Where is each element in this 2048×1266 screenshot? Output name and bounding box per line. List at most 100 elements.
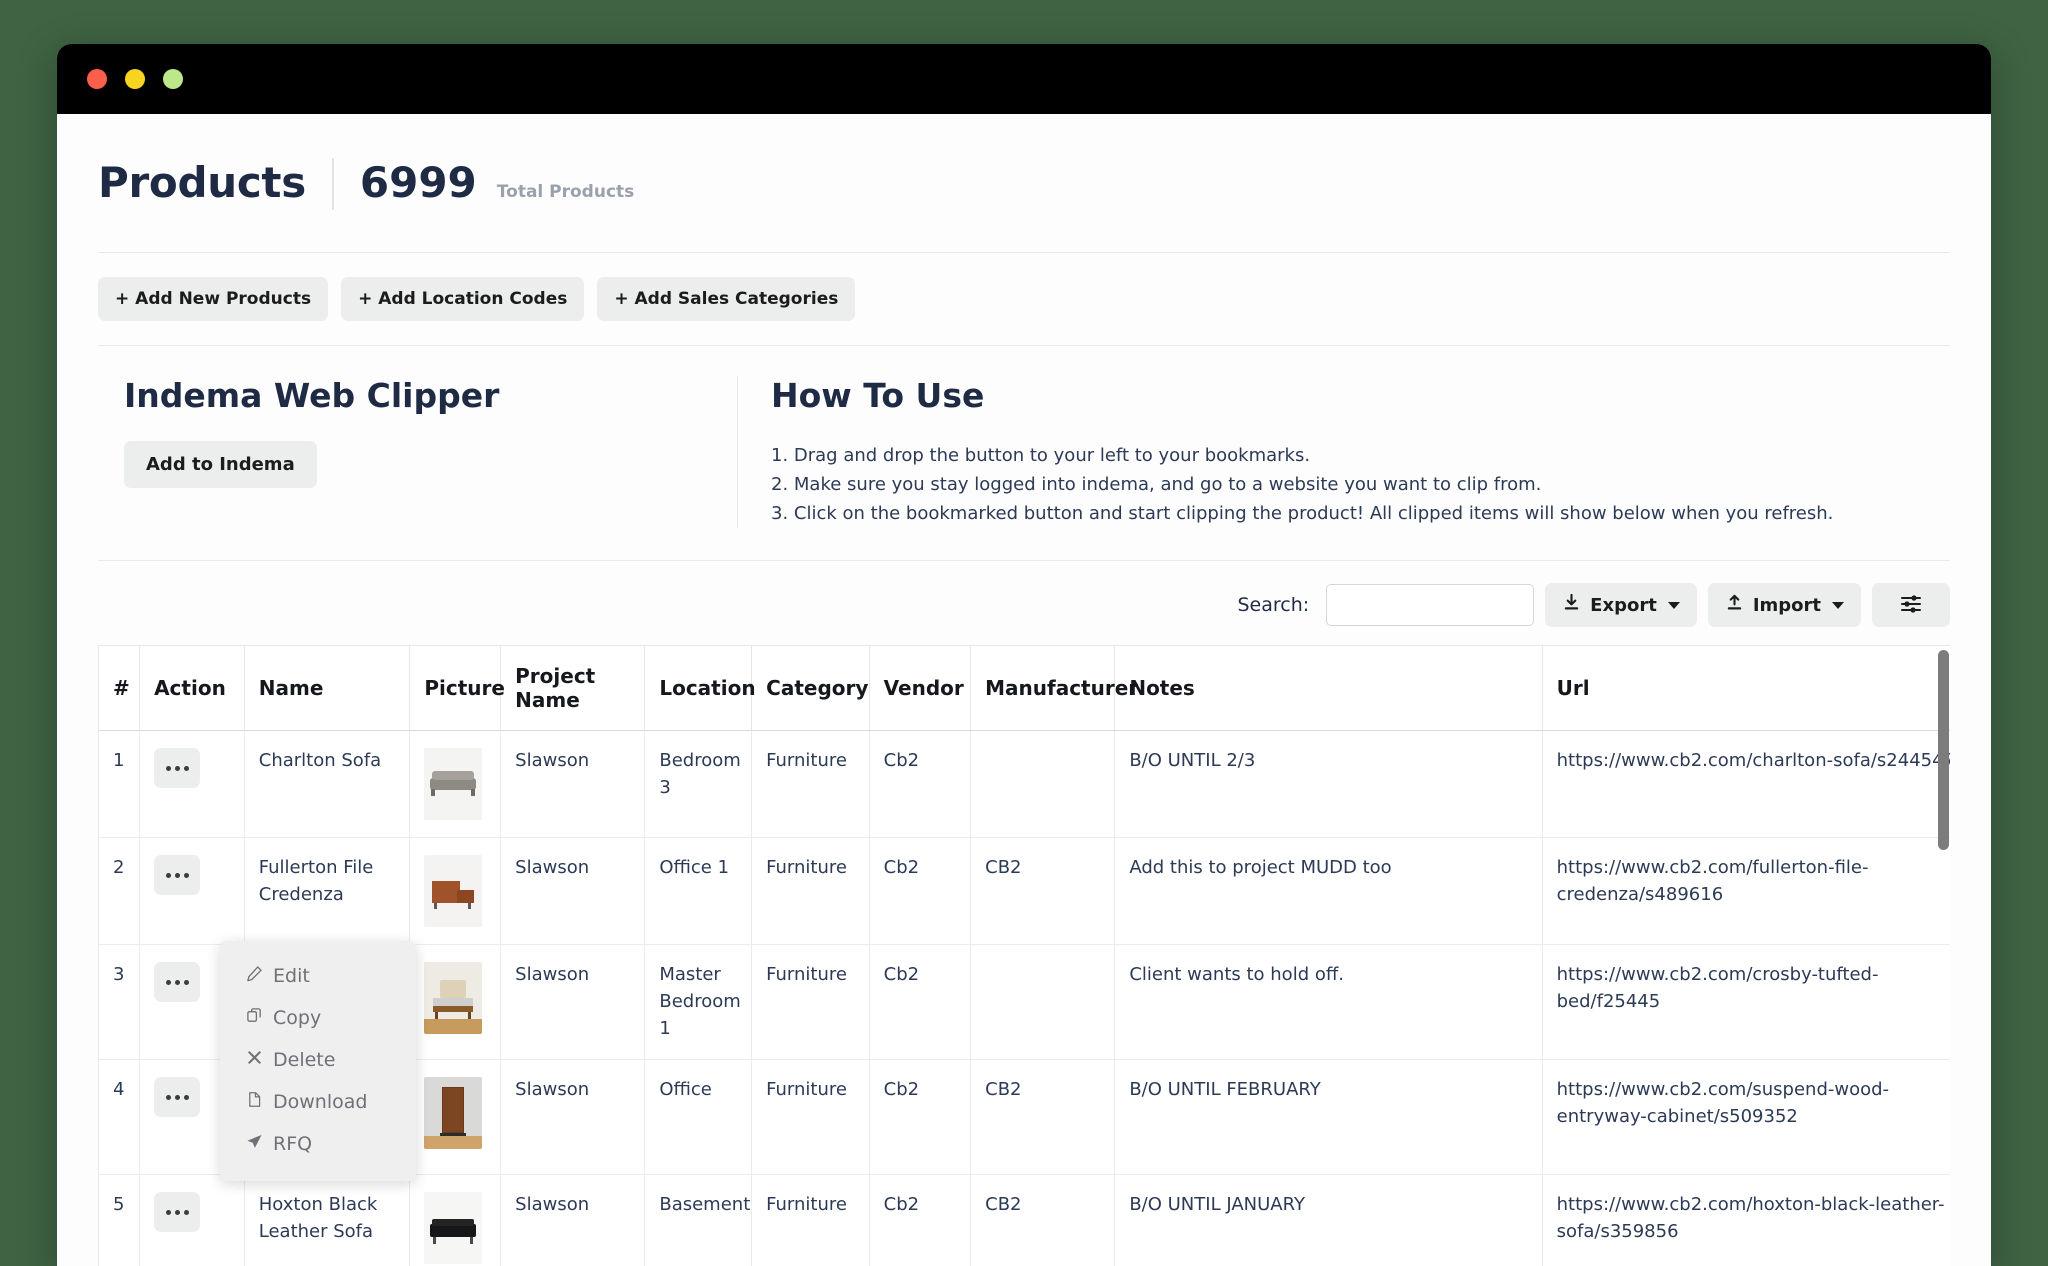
cell-project-name: Slawson (500, 1174, 646, 1266)
context-menu-item-download[interactable]: Download (220, 1081, 416, 1123)
header-divider (331, 158, 334, 210)
cell-name: Charlton Sofa (244, 730, 411, 839)
how-to-use-panel: How To Use 1. Drag and drop the button t… (738, 376, 1950, 528)
cell-vendor: Cb2 (869, 1174, 972, 1266)
cell-url[interactable]: https://www.cb2.com/charlton-sofa/s24454… (1542, 730, 1950, 839)
cell-notes: Client wants to hold off. (1114, 944, 1543, 1061)
export-button[interactable]: Export (1545, 583, 1697, 628)
row-action-menu-button[interactable] (154, 1077, 201, 1118)
table-row[interactable]: 5 Hoxton Black Leather Sofa Slawson Base… (99, 1174, 1950, 1266)
cell-category: Furniture (751, 730, 870, 839)
column-header-name[interactable]: Name (244, 646, 411, 732)
cell-url[interactable]: https://www.cb2.com/crosby-tufted-bed/f2… (1542, 944, 1950, 1061)
product-thumbnail-cabinet-walnut[interactable] (424, 1077, 483, 1150)
column-header-manufacturer[interactable]: Manufacturer (970, 646, 1138, 732)
context-menu-label: RFQ (273, 1133, 313, 1155)
cell-location: Master Bedroom 1 (644, 944, 753, 1061)
cross-icon (246, 1049, 263, 1071)
column-header-category[interactable]: Category (751, 646, 870, 732)
page-content: Products 6999 Total Products + Add New P… (57, 114, 1991, 1266)
row-action-menu-button[interactable] (154, 962, 201, 1003)
row-action-context-menu[interactable]: Edit Copy Delete Download RFQ (220, 941, 416, 1181)
context-menu-item-copy[interactable]: Copy (220, 997, 416, 1039)
row-action-menu-button[interactable] (154, 748, 201, 789)
cell-manufacturer: CB2 (970, 1174, 1116, 1266)
app-window: Products 6999 Total Products + Add New P… (57, 44, 1991, 1266)
context-menu-label: Download (273, 1091, 368, 1113)
context-menu-item-delete[interactable]: Delete (220, 1039, 416, 1081)
export-label: Export (1590, 594, 1657, 616)
row-action-menu-button[interactable] (154, 855, 201, 896)
cell-action (139, 837, 245, 946)
product-thumbnail-sofa-black-leather[interactable] (424, 1192, 483, 1265)
import-button[interactable]: Import (1707, 583, 1861, 628)
cell-name: Fullerton File Credenza (244, 837, 411, 946)
product-thumbnail-credenza-wood[interactable] (424, 855, 483, 928)
how-to-use-steps: 1. Drag and drop the button to your left… (771, 441, 1950, 528)
cell-number: 1 (99, 730, 141, 839)
row-action-menu-button[interactable] (154, 1192, 201, 1233)
cell-project-name: Slawson (500, 730, 646, 839)
product-thumbnail-bed-tufted[interactable] (424, 962, 483, 1035)
column-header-project-name[interactable]: Project Name (500, 646, 646, 732)
upload-icon (1725, 593, 1744, 617)
cell-picture (409, 1059, 502, 1176)
cell-notes: B/O UNTIL JANUARY (1114, 1174, 1543, 1266)
cell-category: Furniture (751, 837, 870, 946)
column-header-action[interactable]: Action (139, 646, 245, 732)
cell-notes: Add this to project MUDD too (1114, 837, 1543, 946)
cell-number: 4 (99, 1059, 141, 1176)
scrollbar-thumb[interactable] (1938, 650, 1949, 851)
add-location-codes-button[interactable]: + Add Location Codes (341, 277, 585, 321)
close-window-button[interactable] (87, 69, 107, 89)
context-menu-item-rfq[interactable]: RFQ (220, 1123, 416, 1165)
info-panels: Indema Web Clipper Add to Indema How To … (98, 345, 1950, 562)
cell-manufacturer: CB2 (970, 1059, 1116, 1176)
column-header-number[interactable]: # (99, 646, 141, 732)
web-clipper-panel: Indema Web Clipper Add to Indema (98, 376, 738, 529)
page-header: Products 6999 Total Products (57, 114, 1991, 210)
add-to-indema-button[interactable]: Add to Indema (124, 441, 317, 488)
cell-vendor: Cb2 (869, 837, 972, 946)
minimize-window-button[interactable] (125, 69, 145, 89)
column-header-notes[interactable]: Notes (1114, 646, 1543, 732)
cell-project-name: Slawson (500, 837, 646, 946)
total-products-label: Total Products (496, 182, 635, 202)
cell-vendor: Cb2 (869, 730, 972, 839)
search-input[interactable] (1326, 584, 1535, 627)
context-menu-label: Delete (273, 1049, 336, 1071)
cell-action (139, 730, 245, 839)
cell-location: Bedroom 3 (644, 730, 753, 839)
product-thumbnail-sofa-grey[interactable] (424, 748, 483, 821)
download-icon (1562, 593, 1581, 617)
add-buttons-row: + Add New Products + Add Location Codes … (57, 253, 1991, 321)
cell-manufacturer (970, 944, 1116, 1061)
cell-manufacturer (970, 730, 1116, 839)
cell-number: 5 (99, 1174, 141, 1266)
cell-url[interactable]: https://www.cb2.com/fullerton-file-crede… (1542, 837, 1950, 946)
cell-url[interactable]: https://www.cb2.com/hoxton-black-leather… (1542, 1174, 1950, 1266)
maximize-window-button[interactable] (163, 69, 183, 89)
how-to-use-title: How To Use (771, 376, 985, 415)
how-to-step: 3. Click on the bookmarked button and st… (771, 503, 1834, 525)
web-clipper-title: Indema Web Clipper (124, 376, 500, 415)
table-toolbar: Search: Export Import (57, 561, 1991, 628)
cell-project-name: Slawson (500, 944, 646, 1061)
context-menu-item-edit[interactable]: Edit (220, 955, 416, 997)
cell-category: Furniture (751, 944, 870, 1061)
column-header-picture[interactable]: Picture (409, 646, 505, 732)
import-label: Import (1752, 594, 1821, 616)
table-vertical-scrollbar[interactable] (1937, 646, 1950, 1266)
column-header-url[interactable]: Url (1542, 646, 1950, 732)
add-sales-categories-button[interactable]: + Add Sales Categories (597, 277, 856, 321)
column-header-vendor[interactable]: Vendor (869, 646, 972, 732)
cell-url[interactable]: https://www.cb2.com/suspend-wood-entrywa… (1542, 1059, 1950, 1176)
table-row[interactable]: 1 Charlton Sofa Slawson Bedroom 3 Furnit… (99, 730, 1950, 839)
chevron-down-icon (1832, 601, 1844, 609)
column-header-location[interactable]: Location (644, 646, 756, 732)
table-settings-button[interactable] (1872, 583, 1950, 628)
add-new-products-button[interactable]: + Add New Products (98, 277, 329, 321)
how-to-step: 2. Make sure you stay logged into indema… (771, 474, 1542, 496)
table-row[interactable]: 2 Fullerton File Credenza Slawson Office… (99, 837, 1950, 946)
cell-picture (409, 944, 502, 1061)
